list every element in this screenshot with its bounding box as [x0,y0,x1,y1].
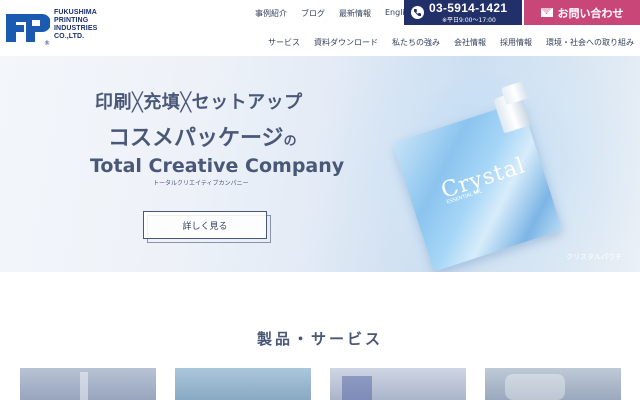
contact-button[interactable]: お問い合わせ [524,0,640,25]
phone-number: 03-5914-1421 [429,1,508,15]
nav-services[interactable]: サービス [268,37,300,48]
phone-contact[interactable]: 03-5914-1421 ※平日9:00～17:00 [404,0,522,25]
product-pouch-image: Crystal ESSENTIAL OIL [392,80,570,272]
product-card-4[interactable] [485,368,621,400]
fp-logo-mark [6,14,50,42]
contact-label: お問い合わせ [557,6,624,20]
nav-cases[interactable]: 事例紹介 [255,8,287,19]
products-section-title: 製品・サービス [256,330,383,348]
hero-company-slogan: Total Creative Company [90,155,345,177]
nav-strengths[interactable]: 私たちの強み [392,37,440,48]
company-name: FUKUSHIMA PRINTING INDUSTRIES CO.,LTD. [54,9,98,40]
hero-headline-suffix: の [283,134,297,149]
hero-headline: コスメパッケージの [108,120,297,152]
product-card-2[interactable] [175,368,311,400]
product-card-3[interactable] [330,368,466,400]
detail-button[interactable]: 詳しく見る [143,211,267,239]
site-header: FUKUSHIMA PRINTING INDUSTRIES CO.,LTD. ®… [0,0,640,56]
mail-icon [540,8,553,17]
company-logo[interactable]: FUKUSHIMA PRINTING INDUSTRIES CO.,LTD. ® [4,6,114,47]
nav-sustainability[interactable]: 環境・社会への取り組み [546,37,634,48]
hero-banner: 印刷╳充填╳セットアップ コスメパッケージの Total Creative Co… [0,56,640,272]
nav-news[interactable]: 最新情報 [339,8,371,19]
phone-icon [411,6,424,19]
hero-slogan-kana: トータルクリエイティブカンパニー [153,180,249,187]
hero-image-caption: クリスタルパウチ [566,253,622,261]
registered-mark: ® [44,40,50,47]
product-thumbnails [20,368,621,400]
nav-blog[interactable]: ブログ [301,8,325,19]
hero-headline-main: コスメパッケージ [108,126,284,151]
product-card-1[interactable] [20,368,156,400]
main-nav: サービス 資料ダウンロード 私たちの強み 会社情報 採用情報 環境・社会への取り… [254,37,634,48]
hero-tagline: 印刷╳充填╳セットアップ [95,92,303,113]
nav-downloads[interactable]: 資料ダウンロード [314,37,378,48]
nav-recruit[interactable]: 採用情報 [500,37,532,48]
pouch-cap [500,80,530,106]
nav-company[interactable]: 会社情報 [454,37,486,48]
utility-nav: 事例紹介 ブログ 最新情報 English [255,8,428,19]
phone-hours: ※平日9:00～17:00 [442,17,496,24]
